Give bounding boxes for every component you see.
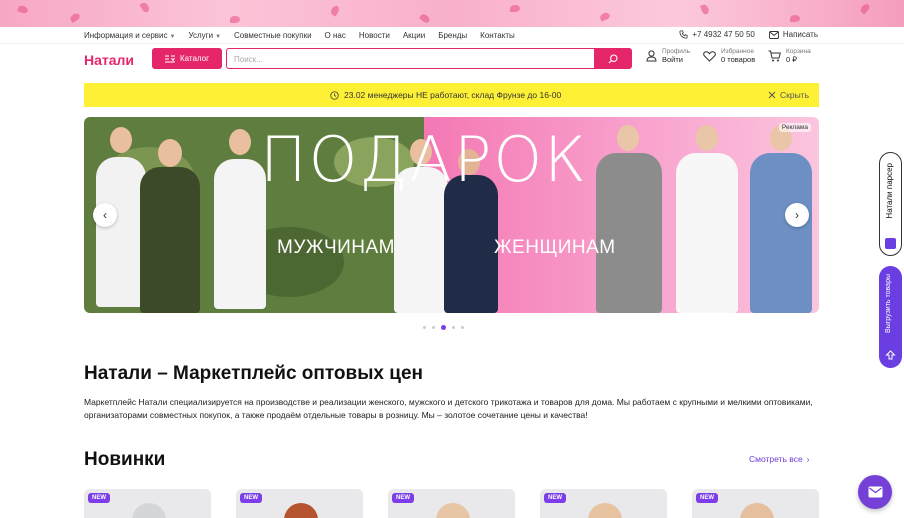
hero-women-label: ЖЕНЩИНАМ — [494, 237, 616, 258]
phone-icon — [679, 30, 688, 39]
clock-icon — [330, 90, 339, 100]
info-bar: Информация и сервис ▼ Услуги ▼ Совместные … — [0, 27, 904, 44]
slider-next-button[interactable]: › — [785, 203, 809, 227]
product-image — [740, 503, 774, 518]
parser-widget-button[interactable]: Натали парсер — [879, 152, 902, 256]
ad-label: Реклама — [778, 123, 811, 132]
search-input[interactable]: Поиск... — [226, 48, 594, 69]
model-figure — [750, 153, 812, 313]
top-nav: Информация и сервис ▼ Услуги ▼ Совместные … — [84, 31, 515, 40]
chevron-down-icon: ▼ — [215, 34, 222, 40]
about-title: Натали – Маркетплейс оптовых цен — [84, 363, 424, 384]
nav-item-news[interactable]: Новости — [359, 31, 390, 40]
parser-logo-icon — [885, 238, 896, 249]
parser-label: Натали парсер — [885, 163, 894, 219]
see-all-label: Смотреть все — [749, 454, 803, 464]
profile-link[interactable]: Профиль Войти — [646, 48, 690, 64]
slider-prev-button[interactable]: ‹ — [93, 203, 117, 227]
catalog-button[interactable]: Каталог — [152, 48, 222, 69]
main-header: Натали Каталог Поиск... Профиль Войти Изб… — [0, 45, 904, 75]
product-image — [588, 503, 622, 518]
chevron-left-icon: ‹ — [103, 208, 107, 222]
new-badge: NEW — [392, 493, 414, 503]
nav-item-joint-purchases[interactable]: Совместные покупки — [234, 31, 312, 40]
close-icon — [768, 91, 776, 99]
profile-label: Профиль — [662, 48, 691, 55]
slider-dot[interactable] — [452, 326, 455, 329]
notice-text: 23.02 менеджеры НЕ работают, склад Фрунз… — [344, 90, 562, 100]
favorites-count: 0 товаров — [721, 55, 756, 64]
cart-link[interactable]: Корзина 0 ₽ — [768, 48, 811, 64]
slider-dot[interactable] — [423, 326, 426, 329]
product-image — [132, 503, 166, 518]
nav-item-brands[interactable]: Бренды — [438, 31, 467, 40]
product-card[interactable]: NEW — [692, 489, 819, 518]
cart-icon — [768, 50, 781, 62]
slider-dots — [423, 325, 464, 330]
export-label: Выгрузить товары — [885, 274, 892, 333]
about-text: Маркетплейс Натали специализируется на п… — [84, 397, 813, 420]
chevron-right-icon: › — [806, 454, 810, 464]
new-badge: NEW — [544, 493, 566, 503]
chevron-right-icon: › — [795, 208, 799, 222]
new-products-title: Новинки — [84, 449, 166, 470]
hero-men-label: МУЖЧИНАМ — [277, 237, 395, 258]
write-label: Написать — [782, 30, 818, 39]
product-card[interactable]: NEW — [388, 489, 515, 518]
product-card[interactable]: NEW — [84, 489, 211, 518]
upload-icon — [885, 350, 896, 360]
top-decor-banner — [0, 0, 904, 27]
nav-item-about[interactable]: О нас — [325, 31, 346, 40]
heart-icon — [703, 50, 716, 62]
notice-hide-label: Скрыть — [779, 90, 809, 100]
nav-item-info[interactable]: Информация и сервис ▼ — [84, 31, 175, 40]
slider-dot-active[interactable] — [441, 325, 446, 330]
see-all-link[interactable]: Смотреть все › — [749, 454, 810, 464]
chevron-down-icon: ▼ — [169, 34, 176, 40]
favorites-label: Избранное — [721, 48, 754, 55]
hero-slider[interactable]: ПОДАРОК МУЖЧИНАМ ЖЕНЩИНАМ Реклама — [84, 117, 819, 313]
search-button[interactable] — [594, 48, 632, 69]
product-card[interactable]: NEW — [236, 489, 363, 518]
cart-label: Корзина — [786, 48, 811, 55]
login-link[interactable]: Войти — [662, 55, 690, 64]
new-badge: NEW — [240, 493, 262, 503]
page: Информация и сервис ▼ Услуги ▼ Совместные … — [0, 0, 904, 518]
product-image — [436, 503, 470, 518]
mail-icon — [768, 30, 779, 39]
phone-number: +7 4932 47 50 50 — [692, 30, 755, 39]
search-icon — [608, 53, 618, 63]
slider-dot[interactable] — [461, 326, 464, 329]
slider-dot[interactable] — [432, 326, 435, 329]
notice-hide-button[interactable]: Скрыть — [768, 90, 809, 100]
nav-item-contacts[interactable]: Контакты — [480, 31, 515, 40]
menu-icon — [164, 55, 175, 62]
new-badge: NEW — [88, 493, 110, 503]
user-icon — [646, 50, 657, 62]
hero-title: ПОДАРОК — [260, 123, 588, 196]
nav-item-services[interactable]: Услуги ▼ — [188, 31, 221, 40]
phone-link[interactable]: +7 4932 47 50 50 — [679, 30, 755, 39]
notice-banner: 23.02 менеджеры НЕ работают, склад Фрунз… — [84, 83, 819, 107]
chat-button[interactable] — [858, 475, 892, 509]
model-figure — [596, 153, 662, 313]
catalog-label: Каталог — [179, 54, 210, 63]
model-figure — [214, 159, 266, 309]
model-figure — [676, 153, 738, 313]
model-figure — [96, 157, 146, 307]
mail-icon — [868, 486, 882, 498]
cart-total: 0 ₽ — [786, 55, 798, 64]
product-card[interactable]: NEW — [540, 489, 667, 518]
model-figure — [140, 167, 200, 313]
product-image — [284, 503, 318, 518]
new-badge: NEW — [696, 493, 718, 503]
nav-item-promos[interactable]: Акции — [403, 31, 425, 40]
favorites-link[interactable]: Избранное 0 товаров — [703, 48, 755, 64]
write-link[interactable]: Написать — [768, 30, 818, 39]
export-products-button[interactable]: Выгрузить товары — [879, 266, 902, 368]
logo[interactable]: Натали — [84, 52, 134, 68]
